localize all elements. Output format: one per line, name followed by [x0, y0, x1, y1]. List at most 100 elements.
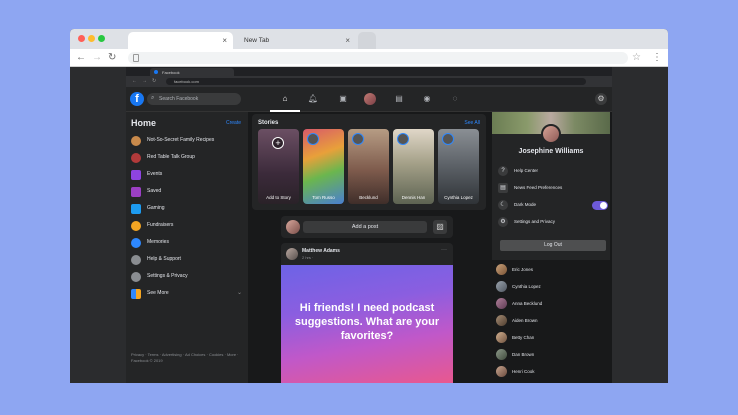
avatar [496, 264, 507, 275]
search-input[interactable]: ⌕ Search Facebook [147, 93, 241, 105]
contact-item[interactable]: Dan Brown [496, 347, 606, 362]
menu-item-settings-privacy[interactable]: ⚙ Settings and Privacy [498, 216, 608, 228]
reload-icon[interactable]: ↻ [108, 52, 116, 63]
sidebar-item-gaming[interactable]: Gaming [131, 202, 246, 216]
outer-tab-new[interactable]: New Tab × [236, 32, 356, 49]
gear-icon [131, 272, 141, 282]
contact-item[interactable]: Eric Jones [496, 262, 606, 277]
sidebar-title: Home [131, 118, 157, 128]
avatar [496, 315, 507, 326]
menu-item-label: Settings and Privacy [514, 219, 556, 224]
sidebar-item-settings-privacy[interactable]: Settings & Privacy [131, 270, 246, 284]
messenger-icon[interactable]: ◌ [448, 93, 462, 105]
avatar[interactable] [541, 124, 561, 144]
sidebar-item-label: Events [147, 171, 163, 177]
moon-icon: ☾ [498, 200, 508, 210]
sidebar-item-label: Fundraisers [147, 222, 174, 228]
facebook-favicon-icon [154, 70, 158, 74]
dark-mode-toggle[interactable] [592, 201, 608, 210]
story-card[interactable]: Tom Russo [303, 129, 344, 204]
contact-name: Aiden Brown [512, 318, 538, 323]
story-avatar [442, 133, 454, 145]
sidebar-item-label: Red Table Talk Group [147, 154, 195, 160]
profile-avatar-nav[interactable] [364, 93, 376, 105]
account-menu-button[interactable]: ⚙ [595, 93, 607, 105]
post-composer: Add a post ▨ [281, 216, 453, 238]
avatar [496, 281, 507, 292]
contact-item[interactable]: Cynthia Lopez [496, 279, 606, 294]
outer-tab-active[interactable]: × [128, 32, 233, 49]
create-link[interactable]: Create [226, 120, 241, 126]
add-post-button[interactable]: Add a post [303, 221, 427, 233]
home-nav-icon[interactable]: ⌂ [270, 93, 300, 112]
reload-icon[interactable]: ↻ [152, 78, 156, 84]
log-out-button[interactable]: Log Out [500, 240, 606, 251]
profile-name[interactable]: Josephine Williams [492, 148, 610, 155]
sidebar-item-help-support[interactable]: Help & Support [131, 253, 246, 267]
notifications-bell-icon[interactable]: 🔔︎ [306, 93, 320, 105]
sidebar-item-label: Settings & Privacy [147, 273, 188, 279]
sidebar-item-label: Gaming [147, 205, 165, 211]
maximize-window-button[interactable] [98, 35, 105, 42]
story-name: Cynthia Lopez [444, 195, 473, 200]
sidebar-item-label: Memories [147, 239, 169, 245]
search-icon: ⌕ [151, 95, 155, 101]
sidebar-item-memories[interactable]: Memories [131, 236, 246, 250]
account-dropdown: Josephine Williams ? Help Center ▤ News … [492, 112, 610, 260]
menu-item-news-feed-preferences[interactable]: ▤ News Feed Preferences [498, 182, 608, 194]
sidebar-item-family-recipes[interactable]: Not-So-Secret Family Recipes [131, 134, 246, 148]
inner-address-bar[interactable]: facebook.com [166, 78, 586, 85]
menu-item-label: Help Center [514, 168, 539, 173]
story-card[interactable]: Becklund [348, 129, 389, 204]
close-tab-icon[interactable]: × [345, 36, 350, 45]
new-tab-button[interactable] [358, 32, 376, 49]
contact-name: Dan Brown [512, 352, 535, 357]
avatar [286, 220, 300, 234]
forward-arrow-icon[interactable]: → [142, 78, 147, 84]
close-window-button[interactable] [78, 35, 85, 42]
minimize-window-button[interactable] [88, 35, 95, 42]
facebook-logo-icon[interactable]: f [130, 92, 144, 106]
story-name: Add to Story [266, 195, 291, 200]
close-tab-icon[interactable]: × [222, 36, 227, 45]
news-feed-icon: ▤ [498, 183, 508, 193]
watch-video-icon[interactable]: ▣ [336, 93, 350, 105]
sidebar-item-see-more[interactable]: See More ⌄ [131, 287, 246, 301]
inner-toolbar: ← → ↻ facebook.com [126, 76, 612, 87]
back-arrow-icon[interactable]: ← [132, 78, 137, 84]
page-icon [133, 54, 139, 62]
more-options-icon[interactable]: ··· [441, 247, 447, 253]
back-arrow-icon[interactable]: ← [76, 52, 86, 63]
menu-item-help-center[interactable]: ? Help Center [498, 165, 608, 177]
story-avatar [307, 133, 319, 145]
sidebar-item-red-table-talk[interactable]: Red Table Talk Group [131, 151, 246, 165]
group-avatar-icon [131, 153, 141, 163]
contact-item[interactable]: Henri Cook [496, 364, 606, 379]
contact-item[interactable]: Betty Chan [496, 330, 606, 345]
sidebar-item-fundraisers[interactable]: Fundraisers [131, 219, 246, 233]
browser-menu-icon[interactable]: ⋮ [652, 52, 662, 63]
marketplace-icon[interactable]: ▤ [392, 93, 406, 105]
bookmark-star-icon[interactable]: ☆ [632, 52, 641, 63]
more-icon [131, 289, 141, 299]
story-card[interactable]: Cynthia Lopez [438, 129, 479, 204]
post-author[interactable]: Matthew Adams [302, 248, 340, 254]
forward-arrow-icon[interactable]: → [92, 52, 102, 63]
contact-name: Cynthia Lopez [512, 284, 541, 289]
contact-name: Henri Cook [512, 369, 535, 374]
inner-tab-facebook[interactable]: Facebook [150, 68, 234, 76]
calendar-icon [131, 170, 141, 180]
sidebar-item-saved[interactable]: Saved [131, 185, 246, 199]
groups-icon[interactable]: ◉ [420, 93, 434, 105]
story-name: Dennis Han [401, 195, 426, 200]
photo-icon[interactable]: ▨ [433, 220, 447, 234]
story-card-add[interactable]: + Add to Story [258, 129, 299, 204]
contact-item[interactable]: Anna Becklund [496, 296, 606, 311]
menu-item-dark-mode[interactable]: ☾ Dark Mode [498, 199, 608, 211]
inner-tab-strip: Facebook [126, 67, 612, 76]
contact-item[interactable]: Aiden Brown [496, 313, 606, 328]
story-card[interactable]: Dennis Han [393, 129, 434, 204]
sidebar-item-events[interactable]: Events [131, 168, 246, 182]
address-bar[interactable] [128, 52, 628, 64]
see-all-stories-link[interactable]: See All [464, 120, 480, 126]
